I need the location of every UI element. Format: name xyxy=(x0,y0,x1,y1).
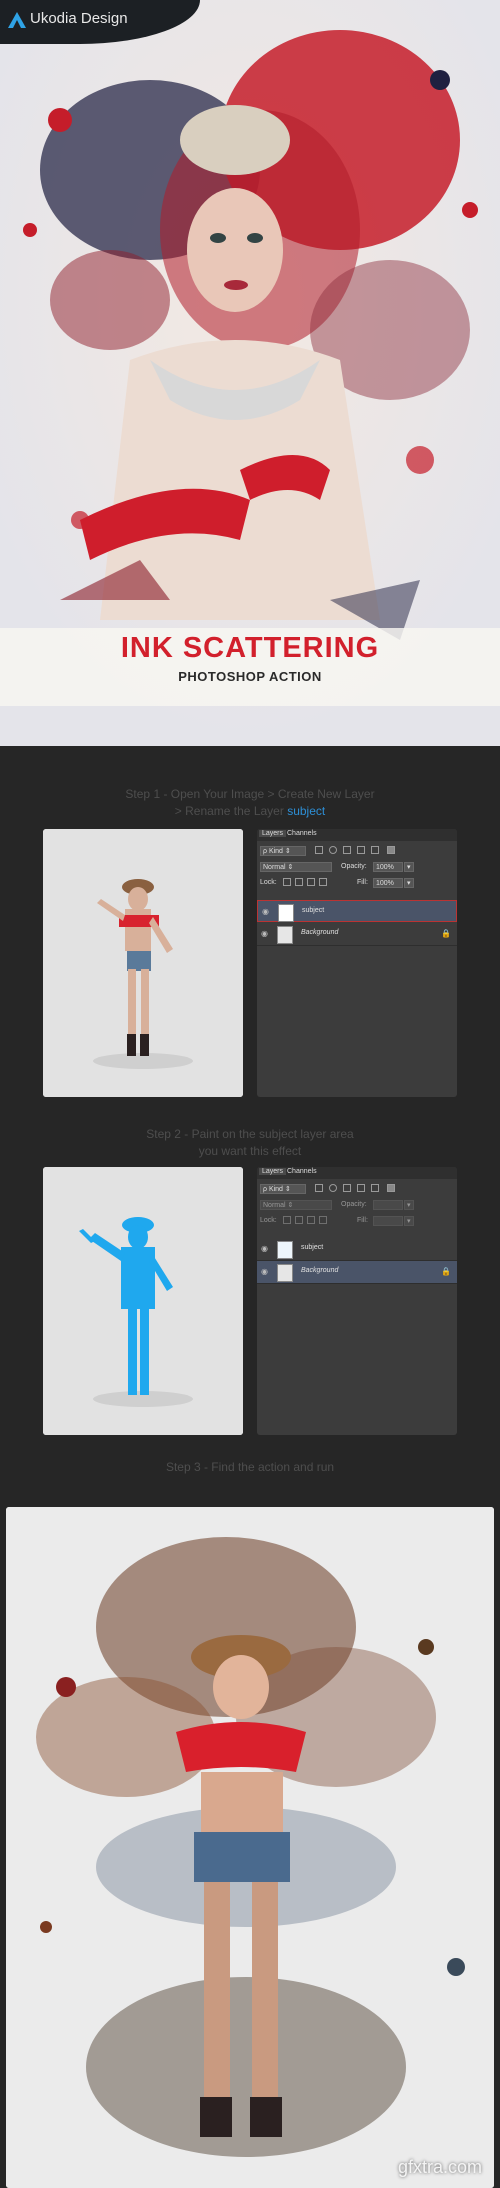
lock-all-icon[interactable] xyxy=(319,1216,327,1224)
filter-pixel-icon[interactable] xyxy=(315,846,323,854)
result-artwork: gfxtra.com xyxy=(6,1507,494,2188)
hero-banner: Ukodia Design INK SCATTERING PHOTOSHOP A… xyxy=(0,0,500,746)
layer-name: Background xyxy=(301,929,339,936)
filter-adjust-icon[interactable] xyxy=(329,1184,337,1192)
layer-thumbnail xyxy=(277,926,293,944)
step2-caption: Step 2 - Paint on the subject layer area… xyxy=(0,1126,500,1160)
opacity-label: Opacity: xyxy=(341,863,367,870)
layer-row-subject[interactable]: ◉ subject xyxy=(257,900,457,922)
layer-thumbnail xyxy=(278,904,294,922)
opacity-label: Opacity: xyxy=(341,1201,367,1208)
blend-mode-select[interactable]: Normal ⇕ xyxy=(260,1200,332,1210)
filter-smart-icon[interactable] xyxy=(371,1184,379,1192)
blend-mode-select[interactable]: Normal ⇕ xyxy=(260,862,332,872)
fill-dropdown-icon[interactable]: ▾ xyxy=(404,878,414,888)
filter-smart-icon[interactable] xyxy=(371,846,379,854)
step2-line2: you want this effect xyxy=(198,1144,302,1158)
filter-kind-select[interactable]: ρ Kind ⇕ xyxy=(260,1184,306,1194)
panel-tabs: Layers Channels xyxy=(257,1167,457,1179)
lock-transparent-icon[interactable] xyxy=(283,1216,291,1224)
layer-name: subject xyxy=(302,907,325,914)
lock-paint-icon[interactable] xyxy=(295,878,303,886)
brand-name: Ukodia Design xyxy=(30,10,128,27)
panel-tabs: Layers Channels xyxy=(257,829,457,841)
lock-transparent-icon[interactable] xyxy=(283,878,291,886)
blend-mode-label: Normal xyxy=(263,1202,286,1209)
fill-dropdown-icon[interactable]: ▾ xyxy=(404,1216,414,1226)
step1-caption: Step 1 - Open Your Image > Create New La… xyxy=(0,786,500,820)
watermark: gfxtra.com xyxy=(397,2157,482,2177)
visibility-eye-icon[interactable]: ◉ xyxy=(261,929,268,938)
lock-row: Lock: Fill: 100% ▾ xyxy=(257,875,457,891)
layers-panel-1: Layers Channels ρ Kind ⇕ Normal ⇕ Opacit… xyxy=(257,829,457,1097)
layer-name: Background xyxy=(301,1267,339,1274)
lock-paint-icon[interactable] xyxy=(295,1216,303,1224)
layers-panel-2: Layers Channels ρ Kind ⇕ Normal ⇕ Opacit… xyxy=(257,1167,457,1435)
tab-layers[interactable]: Layers xyxy=(259,1168,287,1175)
filter-toggle-icon[interactable] xyxy=(387,846,395,854)
result-artwork-image xyxy=(6,1507,494,2188)
step1-highlight: subject xyxy=(287,804,326,818)
model-photo xyxy=(43,829,243,1097)
filter-shape-icon[interactable] xyxy=(357,846,365,854)
hero-subtitle: PHOTOSHOP ACTION xyxy=(178,669,322,684)
tab-layers[interactable]: Layers xyxy=(259,830,287,837)
layer-row-background[interactable]: ◉ Background 🔒 xyxy=(257,923,457,946)
blend-row: Normal ⇕ Opacity: 100% ▾ xyxy=(257,859,457,875)
lock-icon: 🔒 xyxy=(441,929,451,938)
hero-title: INK SCATTERING xyxy=(120,632,380,664)
lock-all-icon[interactable] xyxy=(319,878,327,886)
lock-icon: 🔒 xyxy=(441,1267,451,1276)
filter-adjust-icon[interactable] xyxy=(329,846,337,854)
visibility-eye-icon[interactable]: ◉ xyxy=(261,1244,268,1253)
opacity-dropdown-icon[interactable]: ▾ xyxy=(404,1200,414,1210)
step2-line1: Step 2 - Paint on the subject layer area xyxy=(146,1127,354,1141)
filter-kind-label: Kind xyxy=(268,1186,283,1193)
step3-line1: Step 3 - Find the action and run xyxy=(165,1460,335,1474)
step1-line1: Step 1 - Open Your Image > Create New La… xyxy=(125,787,375,801)
filter-kind-label: Kind xyxy=(268,848,283,855)
filter-type-icon[interactable] xyxy=(343,1184,351,1192)
filter-pixel-icon[interactable] xyxy=(315,1184,323,1192)
filter-type-icon[interactable] xyxy=(343,846,351,854)
step1-line2: > Rename the Layer xyxy=(174,804,284,818)
opacity-dropdown-icon[interactable]: ▾ xyxy=(404,862,414,872)
fill-label: Fill: xyxy=(357,879,368,886)
layer-thumbnail xyxy=(277,1264,293,1282)
layer-row-subject[interactable]: ◉ subject xyxy=(257,1238,457,1261)
step2-photo xyxy=(43,1167,243,1435)
visibility-eye-icon[interactable]: ◉ xyxy=(261,1267,268,1276)
layer-row-background[interactable]: ◉ Background 🔒 xyxy=(257,1261,457,1284)
painted-subject-photo xyxy=(43,1167,243,1435)
lock-row: Lock: Fill: ▾ xyxy=(257,1213,457,1229)
lock-move-icon[interactable] xyxy=(307,1216,315,1224)
opacity-field[interactable]: 100% xyxy=(373,862,403,872)
brand-logo-icon xyxy=(8,12,26,28)
layer-thumbnail xyxy=(277,1241,293,1259)
tab-channels[interactable]: Channels xyxy=(287,830,317,837)
lock-label: Lock: xyxy=(260,879,277,886)
filter-kind-select[interactable]: ρ Kind ⇕ xyxy=(260,846,306,856)
step1-photo xyxy=(43,829,243,1097)
filter-row: ρ Kind ⇕ xyxy=(257,1181,457,1197)
fill-field[interactable] xyxy=(373,1216,403,1226)
lock-move-icon[interactable] xyxy=(307,878,315,886)
blend-row: Normal ⇕ Opacity: ▾ xyxy=(257,1197,457,1213)
step1-line2-wrap: > Rename the Layer subject xyxy=(0,803,500,820)
blend-mode-label: Normal xyxy=(263,864,286,871)
filter-shape-icon[interactable] xyxy=(357,1184,365,1192)
visibility-eye-icon[interactable]: ◉ xyxy=(262,907,269,916)
opacity-field[interactable] xyxy=(373,1200,403,1210)
tab-channels[interactable]: Channels xyxy=(287,1168,317,1175)
step3-caption: Step 3 - Find the action and run xyxy=(0,1459,500,1476)
lock-label: Lock: xyxy=(260,1217,277,1224)
fill-field[interactable]: 100% xyxy=(373,878,403,888)
filter-row: ρ Kind ⇕ xyxy=(257,843,457,859)
layer-name: subject xyxy=(301,1244,324,1251)
filter-toggle-icon[interactable] xyxy=(387,1184,395,1192)
fill-label: Fill: xyxy=(357,1217,368,1224)
